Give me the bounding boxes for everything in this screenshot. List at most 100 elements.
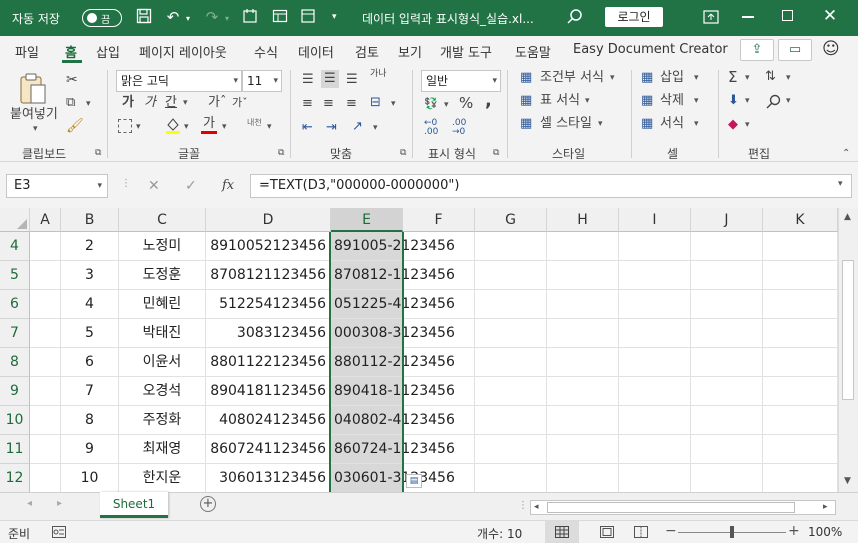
cell-i[interactable] — [619, 406, 691, 435]
cell-c[interactable]: 주정화 — [119, 406, 206, 435]
cell-c[interactable]: 도정훈 — [119, 261, 206, 290]
cell-k[interactable] — [763, 348, 838, 377]
cell-g[interactable] — [475, 377, 547, 406]
phonetic-guide-button[interactable]: 내천 — [247, 119, 262, 127]
zoom-in-icon[interactable]: + — [788, 523, 800, 539]
align-bottom-icon[interactable]: ☰ — [346, 72, 358, 88]
cell-b[interactable]: 2 — [61, 232, 119, 261]
table-dropdown-icon[interactable]: ▾ — [585, 96, 590, 106]
insert-function-icon[interactable]: fx — [222, 178, 234, 193]
increase-font-button[interactable]: 가ˆ — [208, 95, 226, 111]
cell-k[interactable] — [763, 435, 838, 464]
cell-d[interactable]: 8801122123456 — [206, 348, 331, 377]
insert-cells-icon[interactable]: ▦ — [641, 70, 653, 86]
hscroll-right-icon[interactable]: ▸ — [823, 502, 828, 512]
horizontal-scrollbar[interactable]: ◂ ▸ — [530, 500, 836, 515]
conditional-dropdown-icon[interactable]: ▾ — [610, 73, 615, 83]
cell-d[interactable]: 8607241123456 — [206, 435, 331, 464]
cell-k[interactable] — [763, 464, 838, 492]
sheet-scroll-right-icon[interactable]: ▸ — [57, 498, 62, 509]
italic-button[interactable]: 가 — [144, 95, 156, 111]
format-as-table-button[interactable]: 표 서식 — [540, 93, 580, 109]
cell-i[interactable] — [619, 435, 691, 464]
borders-dropdown-icon[interactable]: ▾ — [136, 122, 141, 132]
scroll-down-icon[interactable]: ▼ — [844, 476, 851, 486]
cell-g[interactable] — [475, 290, 547, 319]
number-launcher-icon[interactable]: ⧉ — [493, 148, 499, 158]
cell-d[interactable]: 408024123456 — [206, 406, 331, 435]
column-header-h[interactable]: H — [547, 208, 619, 232]
align-right-icon[interactable]: ≡ — [346, 96, 357, 112]
cell-i[interactable] — [619, 348, 691, 377]
cell-g[interactable] — [475, 232, 547, 261]
add-sheet-icon[interactable]: + — [200, 496, 216, 512]
column-header-g[interactable]: G — [475, 208, 547, 232]
column-header-j[interactable]: J — [691, 208, 763, 232]
horizontal-scroll-thumb[interactable] — [547, 502, 795, 513]
row-header[interactable]: 7 — [0, 319, 30, 348]
underline-button[interactable]: 간 — [165, 95, 177, 111]
zoom-slider-thumb[interactable] — [730, 526, 734, 538]
smiley-feedback-icon[interactable]: ☺ — [822, 39, 840, 59]
formula-input[interactable]: =TEXT(D3,"000000-0000000") — [250, 174, 852, 198]
clear-icon[interactable]: ◆ — [728, 117, 738, 133]
accounting-format-icon[interactable]: 💱 — [424, 96, 438, 112]
font-color-button[interactable]: 가 — [203, 116, 215, 132]
decrease-font-button[interactable]: 가ˇ — [232, 95, 248, 111]
cell-a[interactable] — [30, 319, 61, 348]
copy-icon[interactable]: ⧉ — [66, 95, 75, 111]
fill-dropdown-icon[interactable]: ▾ — [745, 96, 750, 106]
cell-a[interactable] — [30, 464, 61, 492]
column-header-a[interactable]: A — [30, 208, 61, 232]
cell-h[interactable] — [547, 464, 619, 492]
sheet-scroll-left-icon[interactable]: ◂ — [27, 498, 32, 509]
hscroll-left-icon[interactable]: ◂ — [534, 502, 539, 512]
delete-cells-icon[interactable]: ▦ — [641, 93, 653, 109]
ribbon-display-icon[interactable] — [703, 10, 719, 27]
font-size-select[interactable]: 11 ▾ — [242, 70, 282, 92]
clipboard-launcher-icon[interactable]: ⧉ — [95, 148, 101, 158]
cell-b[interactable]: 5 — [61, 319, 119, 348]
cell-j[interactable] — [691, 261, 763, 290]
cell-a[interactable] — [30, 377, 61, 406]
cell-a[interactable] — [30, 232, 61, 261]
cell-k[interactable] — [763, 406, 838, 435]
cell-k[interactable] — [763, 290, 838, 319]
autosum-dropdown-icon[interactable]: ▾ — [745, 73, 750, 83]
tab-review[interactable]: 검토 — [355, 42, 379, 61]
font-launcher-icon[interactable]: ⧉ — [278, 148, 284, 158]
cell-d[interactable]: 8708121123456 — [206, 261, 331, 290]
cell-styles-dropdown-icon[interactable]: ▾ — [598, 119, 603, 129]
cell-i[interactable] — [619, 290, 691, 319]
cell-d[interactable]: 8910052123456 — [206, 232, 331, 261]
cell-j[interactable] — [691, 348, 763, 377]
expand-formula-bar-icon[interactable]: ▾ — [838, 179, 843, 189]
tab-file[interactable]: 파일 — [15, 42, 39, 61]
cell-j[interactable] — [691, 435, 763, 464]
tab-easy-document-creator[interactable]: Easy Document Creator — [573, 42, 728, 57]
cell-c[interactable]: 노정미 — [119, 232, 206, 261]
format-dropdown-icon[interactable]: ▾ — [694, 119, 699, 129]
zoom-out-icon[interactable]: − — [665, 523, 677, 539]
cell-h[interactable] — [547, 232, 619, 261]
insert-dropdown-icon[interactable]: ▾ — [694, 73, 699, 83]
decrease-indent-icon[interactable]: ⇤ — [302, 120, 313, 136]
row-header[interactable]: 12 — [0, 464, 30, 492]
page-layout-view-icon[interactable] — [600, 526, 614, 541]
delete-cells-button[interactable]: 삭제 — [660, 93, 684, 109]
cell-i[interactable] — [619, 232, 691, 261]
orientation-icon[interactable]: ↗ — [352, 119, 363, 135]
save-icon[interactable] — [134, 8, 154, 29]
fill-color-dropdown-icon[interactable]: ▾ — [184, 122, 189, 132]
align-left-icon[interactable]: ≡ — [302, 96, 313, 112]
cell-g[interactable] — [475, 348, 547, 377]
cell-b[interactable]: 8 — [61, 406, 119, 435]
align-center-icon[interactable]: ≡ — [323, 96, 334, 112]
sheet-tab-sheet1[interactable]: Sheet1 — [100, 492, 168, 518]
cut-icon[interactable]: ✂ — [66, 72, 78, 88]
paste-icon[interactable] — [18, 72, 48, 109]
cell-i[interactable] — [619, 261, 691, 290]
page-break-view-icon[interactable] — [634, 526, 648, 541]
cell-g[interactable] — [475, 319, 547, 348]
cell-d[interactable]: 512254123456 — [206, 290, 331, 319]
